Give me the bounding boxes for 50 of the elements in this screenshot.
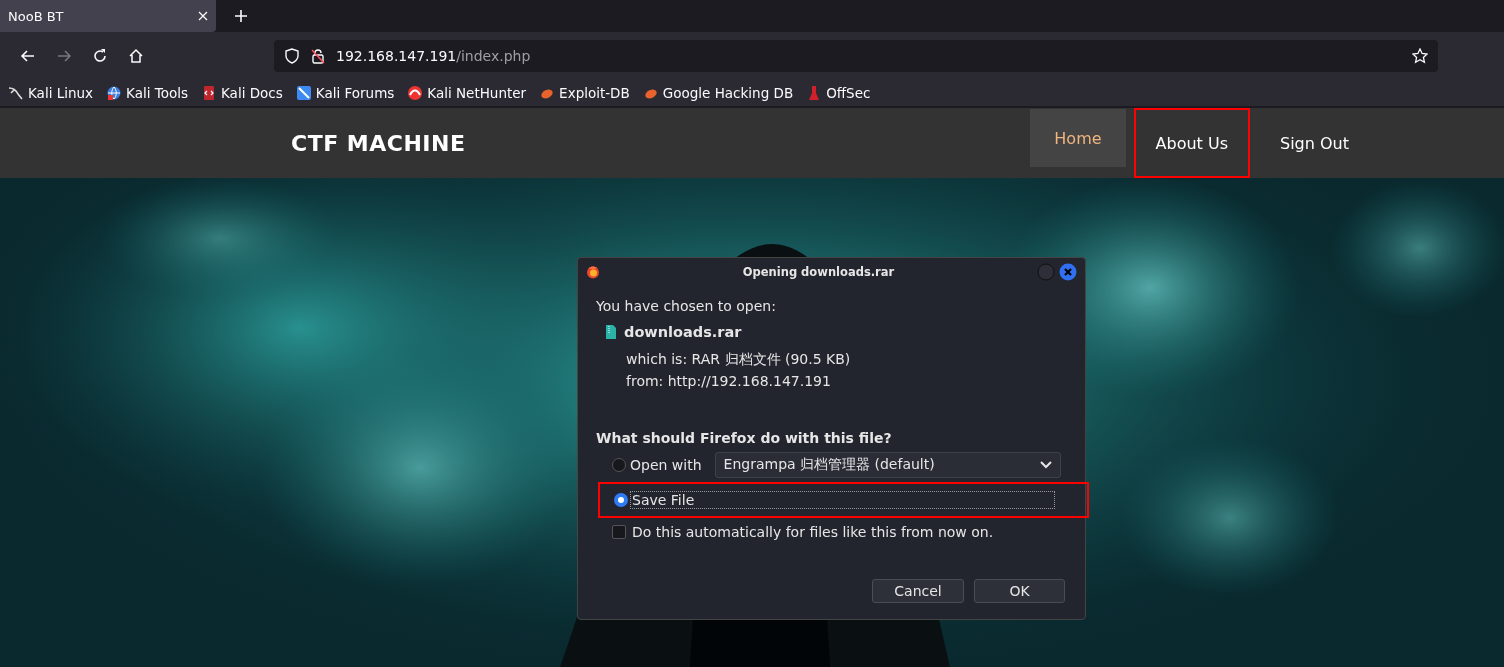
bookmark[interactable]: Kali NetHunter: [407, 85, 527, 101]
bookmark[interactable]: Kali Linux: [8, 85, 94, 101]
bookmark[interactable]: Google Hacking DB: [642, 85, 794, 101]
radio-button[interactable]: [614, 493, 628, 507]
site-title: CTF MACHINE: [291, 130, 466, 156]
bookmark[interactable]: Kali Tools: [106, 85, 188, 101]
checkbox[interactable]: [612, 525, 626, 539]
star-icon[interactable]: [1412, 48, 1428, 64]
shield-icon[interactable]: [284, 48, 300, 64]
file-source: http://192.168.147.191: [667, 373, 831, 389]
nethunter-icon: [407, 85, 424, 101]
nav-link[interactable]: Sign Out: [1258, 108, 1371, 178]
field-label: which is:: [626, 351, 688, 367]
home-icon[interactable]: [128, 48, 144, 64]
nav-link[interactable]: Home: [1030, 109, 1126, 167]
address-bar[interactable]: 192.168.147.191/index.php: [274, 40, 1438, 72]
ok-button[interactable]: OK: [974, 579, 1065, 603]
new-tab-icon[interactable]: [234, 9, 248, 23]
option-label[interactable]: Save File: [630, 491, 1055, 509]
insecure-lock-icon[interactable]: [310, 48, 326, 64]
file-type: RAR 归档文件 (90.5 KB): [691, 351, 851, 367]
field-label: from:: [626, 373, 664, 389]
close-icon[interactable]: [1059, 263, 1077, 281]
tab-title: NooB BT: [8, 8, 64, 24]
intro-text: You have chosen to open:: [596, 298, 777, 314]
nav-link[interactable]: About Us: [1133, 108, 1250, 178]
option-label[interactable]: Open with: [628, 456, 704, 474]
file-name: downloads.rar: [624, 324, 742, 340]
bookmark[interactable]: OffSec: [806, 85, 871, 101]
forward-icon[interactable]: [56, 48, 72, 64]
browser-tab[interactable]: NooB BT: [0, 0, 216, 32]
archive-file-icon: [606, 325, 616, 339]
cancel-button[interactable]: Cancel: [872, 579, 964, 603]
app-dropdown[interactable]: Engrampa 归档管理器 (default): [714, 452, 1061, 478]
close-icon[interactable]: [198, 11, 208, 21]
dialog-title: Opening downloads.rar: [741, 265, 896, 279]
book-icon: [201, 85, 217, 101]
checkbox-label[interactable]: Do this automatically for files like this from now on.: [632, 524, 994, 540]
question-text: What should Firefox do with this file?: [596, 430, 893, 446]
radio-button[interactable]: [612, 458, 626, 472]
bookmark[interactable]: Kali Forums: [295, 85, 395, 101]
bookmark[interactable]: Kali Docs: [201, 85, 283, 101]
url-text: 192.168.147.191/index.php: [336, 48, 531, 64]
browser-logo-icon: [586, 265, 600, 279]
bookmark[interactable]: Exploit-DB: [539, 85, 630, 101]
forum-icon: [295, 85, 312, 101]
globe-icon: [106, 85, 123, 101]
back-icon[interactable]: [20, 48, 36, 64]
chevron-down-icon: [1039, 461, 1052, 469]
reload-icon[interactable]: [92, 48, 108, 64]
